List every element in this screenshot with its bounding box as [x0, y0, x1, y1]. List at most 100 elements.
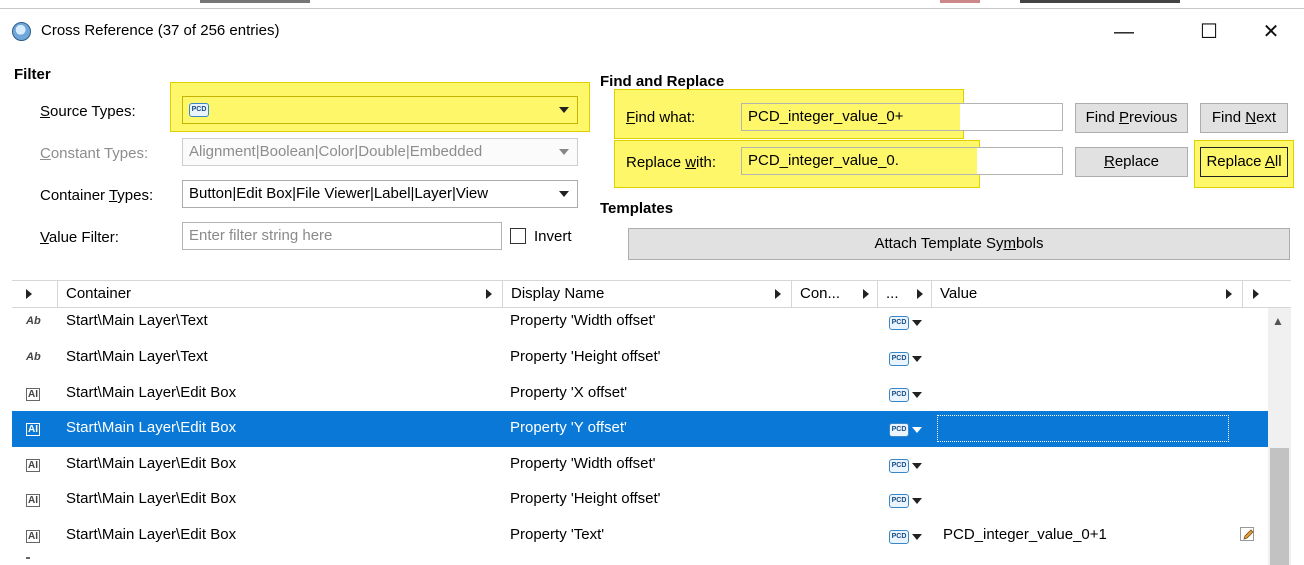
close-button[interactable]: ✕	[1248, 12, 1294, 52]
triangle-right-icon	[863, 289, 869, 299]
cell-container: Start\Main Layer\Edit Box	[66, 419, 237, 436]
chevron-down-icon	[912, 356, 922, 363]
chevron-down-icon	[559, 149, 569, 155]
edit-box-type-icon: AI	[26, 494, 40, 507]
value-filter-label: Value Filter:	[40, 229, 119, 246]
value-edit-field[interactable]	[937, 415, 1229, 442]
table-row[interactable]: AI Start\Main Layer\Edit Box Property 'W…	[12, 447, 1268, 483]
invert-checkbox[interactable]	[510, 228, 526, 244]
edit-box-type-icon: AI	[26, 459, 40, 472]
find-what-input[interactable]: PCD_integer_value_0+	[741, 103, 1063, 131]
cell-container: Start\Main Layer\Text	[66, 348, 208, 365]
scroll-up-arrow-icon[interactable]: ▲	[1272, 314, 1284, 328]
chevron-down-icon	[912, 427, 922, 434]
chevron-down-icon	[912, 463, 922, 470]
pcd-type-icon: PCD	[889, 459, 909, 474]
table-row-partial	[12, 554, 1268, 565]
cell-container: Start\Main Layer\Edit Box	[66, 384, 237, 401]
table-row[interactable]: AI Start\Main Layer\Edit Box Property 'T…	[12, 518, 1268, 554]
edit-box-type-icon: AI	[26, 423, 40, 436]
cell-container: Start\Main Layer\Text	[66, 312, 208, 329]
column-label: Container	[66, 285, 132, 302]
table-row[interactable]: Ab Start\Main Layer\Text Property 'Width…	[12, 304, 1268, 340]
edit-box-type-icon: AI	[26, 388, 40, 401]
table-row[interactable]: Ab Start\Main Layer\Text Property 'Heigh…	[12, 340, 1268, 376]
cell-container: Start\Main Layer\Edit Box	[66, 455, 237, 472]
pcd-type-icon: PCD	[889, 423, 909, 438]
chevron-down-icon	[912, 320, 922, 327]
filter-header: Filter	[14, 66, 51, 83]
cell-type[interactable]: PCD	[889, 421, 922, 438]
find-replace-header: Find and Replace	[600, 73, 725, 90]
cell-display-name: Property 'Height offset'	[510, 490, 661, 507]
column-label: Value	[940, 285, 978, 302]
find-next-button[interactable]: Find Next	[1200, 103, 1288, 133]
source-types-combo[interactable]: PCD	[182, 96, 578, 124]
cell-type[interactable]: PCD	[889, 492, 922, 509]
cell-display-name: Property 'Text'	[510, 526, 605, 543]
background-strip	[0, 0, 1304, 9]
window-title: Cross Reference (37 of 256 entries)	[41, 22, 280, 39]
column-label: ...	[886, 285, 899, 302]
triangle-right-icon	[26, 289, 32, 300]
attach-template-symbols-button[interactable]: Attach Template Symbols	[628, 228, 1290, 260]
replace-button[interactable]: Replace	[1075, 147, 1188, 177]
source-types-label: Source Types:	[40, 103, 136, 120]
cell-display-name: Property 'Width offset'	[510, 312, 656, 329]
edit-pencil-icon[interactable]	[1240, 527, 1254, 541]
cell-type[interactable]: PCD	[889, 314, 922, 331]
pcd-type-icon: PCD	[889, 388, 909, 403]
find-previous-button[interactable]: Find Previous	[1075, 103, 1188, 133]
replace-with-label: Replace with:	[626, 154, 717, 171]
triangle-right-icon	[1253, 289, 1259, 299]
cell-type[interactable]: PCD	[889, 350, 922, 367]
cell-type[interactable]: PCD	[889, 457, 922, 474]
invert-label: Invert	[534, 228, 572, 245]
cell-type[interactable]: PCD	[889, 386, 922, 403]
cell-type[interactable]: PCD	[889, 528, 922, 545]
chevron-down-icon	[912, 498, 922, 505]
column-label: Display Name	[511, 285, 605, 302]
pcd-type-icon: PCD	[889, 494, 909, 509]
pcd-type-icon: PCD	[889, 316, 909, 331]
triangle-right-icon	[1226, 289, 1232, 299]
triangle-right-icon	[775, 289, 781, 299]
constant-types-combo[interactable]: Alignment|Boolean|Color|Double|Embedded	[182, 138, 578, 166]
table-row-selected[interactable]: AI Start\Main Layer\Edit Box Property 'Y…	[12, 411, 1268, 447]
text-type-icon: Ab	[26, 351, 41, 363]
container-types-label: Container Types:	[40, 187, 154, 204]
constant-types-value: Alignment|Boolean|Color|Double|Embedded	[189, 143, 483, 160]
app-globe-icon	[12, 22, 31, 41]
table-row[interactable]: AI Start\Main Layer\Edit Box Property 'X…	[12, 376, 1268, 412]
find-what-label: Find what:	[626, 109, 696, 126]
column-label: Con...	[800, 285, 841, 302]
cell-display-name: Property 'X offset'	[510, 384, 628, 401]
text-type-icon: Ab	[26, 315, 41, 327]
triangle-right-icon	[917, 289, 923, 299]
table-row[interactable]: AI Start\Main Layer\Edit Box Property 'H…	[12, 482, 1268, 518]
edit-box-type-icon	[26, 557, 30, 559]
cell-display-name: Property 'Width offset'	[510, 455, 656, 472]
chevron-down-icon	[912, 392, 922, 399]
edit-box-type-icon: AI	[26, 530, 40, 543]
pcd-type-icon: PCD	[889, 530, 909, 545]
pcd-type-icon: PCD	[889, 352, 909, 367]
cell-container: Start\Main Layer\Edit Box	[66, 526, 237, 543]
cell-container: Start\Main Layer\Edit Box	[66, 490, 237, 507]
value-filter-input[interactable]: Enter filter string here	[182, 222, 502, 250]
minimize-button[interactable]: —	[1101, 12, 1147, 52]
chevron-down-icon	[912, 534, 922, 541]
constant-types-label: Constant Types:	[40, 145, 149, 162]
replace-all-button[interactable]: Replace All	[1200, 147, 1288, 177]
maximize-button[interactable]: ☐	[1186, 12, 1232, 52]
cell-value: PCD_integer_value_0+1	[943, 526, 1107, 543]
chevron-down-icon	[559, 107, 569, 113]
replace-with-input[interactable]: PCD_integer_value_0.	[741, 147, 1063, 175]
cell-display-name: Property 'Y offset'	[510, 419, 627, 436]
chevron-down-icon	[559, 191, 569, 197]
templates-header: Templates	[600, 200, 674, 217]
scrollbar-thumb[interactable]	[1270, 448, 1289, 565]
container-types-combo[interactable]: Button|Edit Box|File Viewer|Label|Layer|…	[182, 180, 578, 208]
container-types-value: Button|Edit Box|File Viewer|Label|Layer|…	[189, 185, 489, 202]
cell-display-name: Property 'Height offset'	[510, 348, 661, 365]
